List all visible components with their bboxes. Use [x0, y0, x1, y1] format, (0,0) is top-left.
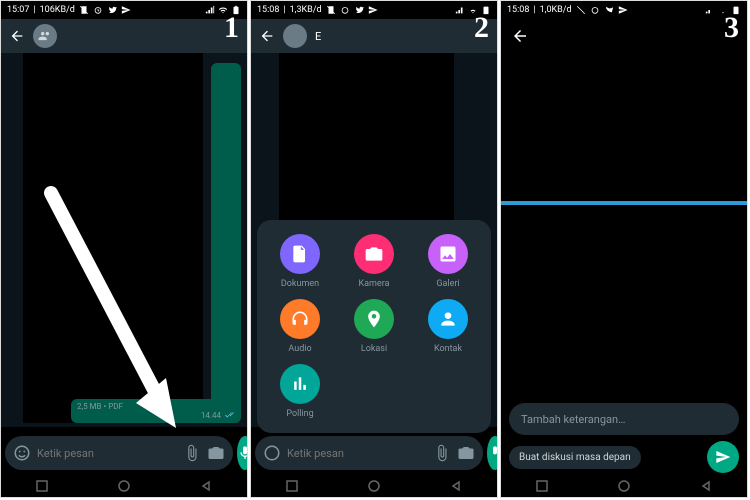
- avatar[interactable]: [33, 24, 57, 48]
- android-nav: [1, 475, 247, 497]
- attach-aud[interactable]: Audio: [265, 299, 335, 354]
- double-check-icon: [223, 412, 235, 420]
- nav-home-icon[interactable]: [617, 479, 631, 493]
- send-icon: [618, 5, 628, 15]
- chat-body: 2,5 MB • PDF 14.44: [1, 53, 247, 427]
- message-input[interactable]: [37, 447, 177, 460]
- camera-icon[interactable]: [207, 444, 225, 462]
- message-input-pill[interactable]: [255, 436, 483, 470]
- attach-doc[interactable]: Dokumen: [265, 234, 335, 289]
- status-time: 15:08: [507, 5, 529, 15]
- alarm-icon: [590, 5, 600, 15]
- attach-icon[interactable]: [183, 444, 201, 462]
- nav-home-icon[interactable]: [367, 479, 381, 493]
- back-icon[interactable]: [9, 28, 25, 44]
- message-bubble: [211, 63, 241, 423]
- back-icon[interactable]: [259, 28, 275, 44]
- message-input-pill[interactable]: [5, 436, 233, 470]
- no-sim-icon: [326, 5, 336, 15]
- chat-header: [1, 19, 247, 53]
- no-sim-icon: [79, 5, 89, 15]
- recipient-chip[interactable]: Buat diskusi masa depan: [509, 446, 641, 469]
- mic-button[interactable]: [487, 436, 498, 470]
- input-bar: [251, 433, 497, 473]
- status-bar: 15:07 | 106KB/d: [1, 1, 247, 19]
- status-net: 1,3KB/d: [290, 5, 322, 15]
- chat-header: E: [251, 19, 497, 53]
- attach-pol[interactable]: Polling: [265, 364, 335, 419]
- nav-home-icon[interactable]: [117, 479, 131, 493]
- signal-icon: [205, 5, 215, 15]
- attach-cam[interactable]: Kamera: [339, 234, 409, 289]
- camera-icon[interactable]: [457, 444, 475, 462]
- emoji-icon[interactable]: [13, 444, 31, 462]
- signal-icon: [455, 5, 465, 15]
- message-input[interactable]: [287, 447, 427, 460]
- screenshot-step-1: 1 15:07 | 106KB/d 2,5 MB • PDF 14.44: [0, 0, 248, 498]
- preview-header: [501, 19, 747, 53]
- emoji-icon[interactable]: [263, 444, 281, 462]
- caption-placeholder: Tambah keterangan…: [521, 413, 625, 426]
- send-button[interactable]: [707, 441, 739, 473]
- send-icon: [121, 5, 131, 15]
- caption-input[interactable]: Tambah keterangan…: [509, 403, 739, 435]
- step-badge: 1: [224, 11, 239, 45]
- screenshot-step-3: 3 15:08| 1,0KB/d Tambah keterangan… Buat…: [500, 0, 748, 498]
- attach-con[interactable]: Kontak: [413, 299, 483, 354]
- nav-recent-icon[interactable]: [35, 479, 49, 493]
- no-sim-icon: [576, 5, 586, 15]
- attach-icon[interactable]: [433, 444, 451, 462]
- nav-back-icon[interactable]: [699, 479, 713, 493]
- signal-icon: [705, 5, 715, 15]
- nav-recent-icon[interactable]: [285, 479, 299, 493]
- status-time: 15:08: [257, 5, 279, 15]
- send-icon: [368, 5, 378, 15]
- nav-recent-icon[interactable]: [535, 479, 549, 493]
- mic-button[interactable]: [237, 436, 248, 470]
- status-bar: 15:08| 1,0KB/d: [501, 1, 747, 19]
- alarm-icon: [93, 5, 103, 15]
- avatar[interactable]: [283, 24, 307, 48]
- twitter-icon: [604, 5, 614, 15]
- twitter-icon: [354, 5, 364, 15]
- nav-back-icon[interactable]: [449, 479, 463, 493]
- step-badge: 2: [474, 11, 489, 45]
- tutorial-arrow-icon: [31, 183, 191, 433]
- android-nav: [251, 475, 497, 497]
- nav-back-icon[interactable]: [199, 479, 213, 493]
- alarm-icon: [340, 5, 350, 15]
- attachment-sheet: DokumenKameraGaleri AudioLokasiKontak Poll…: [257, 220, 491, 433]
- screenshot-step-2: 2 15:08| 1,3KB/d E 6.png DokumenKameraGa…: [250, 0, 498, 498]
- status-bar: 15:08| 1,3KB/d: [251, 1, 497, 19]
- document-preview-bar: [501, 201, 747, 205]
- status-net: 106KB/d: [40, 5, 75, 15]
- status-time: 15:07: [7, 5, 29, 15]
- attach-loc[interactable]: Lokasi: [339, 299, 409, 354]
- input-bar: [1, 433, 247, 473]
- chat-title-initial: E: [315, 30, 321, 43]
- step-badge: 3: [724, 11, 739, 45]
- status-net: 1,0KB/d: [540, 5, 572, 15]
- send-row: Buat diskusi masa depan: [509, 441, 739, 473]
- attach-gal[interactable]: Galeri: [413, 234, 483, 289]
- twitter-icon: [107, 5, 117, 15]
- android-nav: [501, 475, 747, 497]
- back-icon[interactable]: [511, 27, 529, 45]
